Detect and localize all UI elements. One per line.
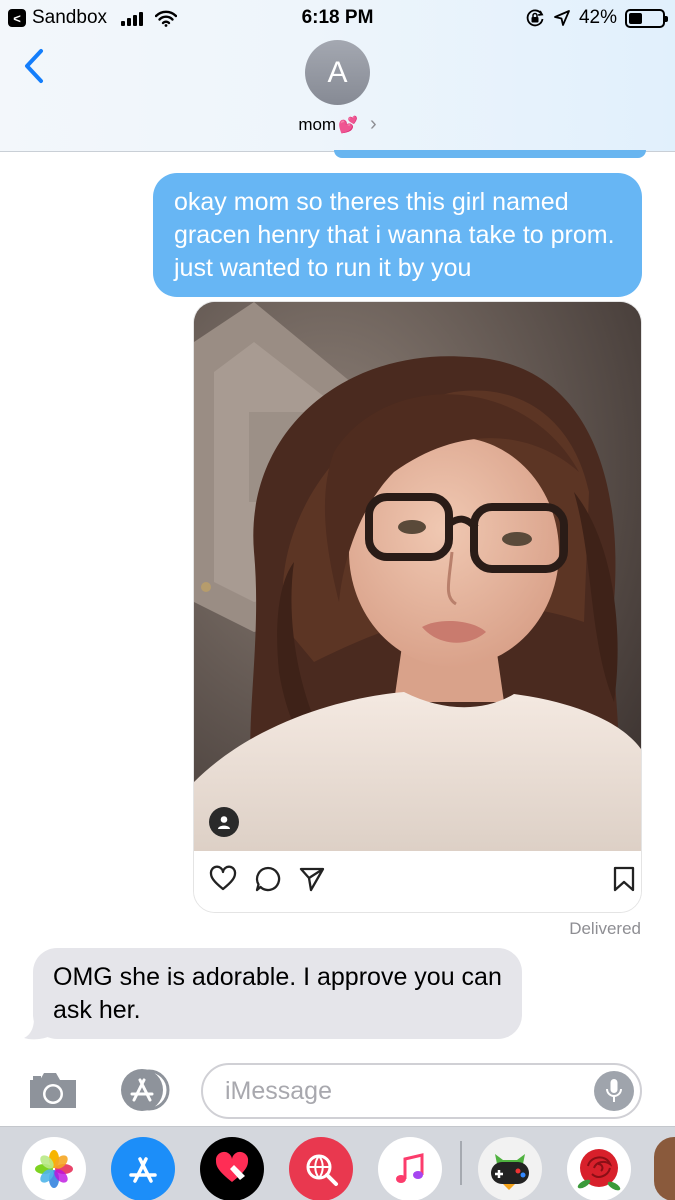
sent-message-bubble[interactable]: okay mom so theres this girl named grace… bbox=[153, 173, 642, 297]
contact-name[interactable]: mom bbox=[298, 115, 336, 135]
back-button[interactable] bbox=[14, 44, 54, 88]
game-controller-icon bbox=[491, 1154, 529, 1190]
comment-icon[interactable] bbox=[254, 865, 282, 893]
drawer-app-game[interactable] bbox=[478, 1137, 542, 1200]
back-to-app-icon[interactable]: < bbox=[8, 9, 26, 27]
chevron-right-icon: › bbox=[370, 113, 377, 135]
status-bar-right: 42% bbox=[525, 0, 668, 36]
camera-button[interactable] bbox=[26, 1068, 80, 1112]
drawer-app-music[interactable] bbox=[378, 1137, 442, 1200]
imessage-app-drawer bbox=[0, 1126, 675, 1200]
previous-message-bubble bbox=[334, 150, 646, 158]
app-store-icon bbox=[121, 1069, 170, 1111]
digital-touch-heart-icon bbox=[215, 1151, 249, 1182]
shared-photo-card[interactable] bbox=[193, 301, 642, 913]
contact-emoji: 💕 bbox=[338, 116, 359, 134]
sent-message-text: okay mom so theres this girl named grace… bbox=[174, 188, 615, 282]
drawer-app-rose-stickers[interactable] bbox=[567, 1137, 631, 1200]
photos-flower-icon bbox=[35, 1150, 73, 1188]
post-action-bar bbox=[194, 851, 641, 912]
drawer-divider bbox=[460, 1141, 462, 1185]
drawer-app-photos[interactable] bbox=[22, 1137, 86, 1200]
delivered-status: Delivered bbox=[569, 919, 641, 938]
drawer-app-digital-touch[interactable] bbox=[200, 1137, 264, 1200]
drawer-app-partial[interactable] bbox=[654, 1137, 675, 1200]
heart-icon[interactable] bbox=[209, 865, 237, 893]
battery-percent: 42% bbox=[578, 7, 617, 28]
battery-level bbox=[629, 12, 643, 24]
apps-button[interactable] bbox=[114, 1068, 170, 1112]
back-app-label[interactable]: Sandbox bbox=[32, 7, 107, 29]
microphone-icon bbox=[606, 1079, 622, 1102]
conversation-header: < Sandbox 6:18 PM 42% A mom 💕 › bbox=[0, 0, 675, 152]
camera-icon bbox=[30, 1073, 76, 1108]
tagged-user-icon[interactable] bbox=[209, 807, 239, 837]
drawer-app-store[interactable] bbox=[111, 1137, 175, 1200]
app-store-a-icon bbox=[129, 1157, 157, 1183]
location-arrow-icon bbox=[554, 10, 570, 26]
rose-icon bbox=[577, 1149, 621, 1191]
messages-screen: < Sandbox 6:18 PM 42% A mom 💕 › okay mom… bbox=[0, 0, 675, 1200]
orientation-lock-icon bbox=[526, 9, 544, 27]
share-icon[interactable] bbox=[298, 865, 326, 893]
signal-bars-icon bbox=[121, 10, 144, 26]
bookmark-icon[interactable] bbox=[610, 865, 638, 893]
wifi-icon bbox=[155, 10, 178, 27]
post-caption-cutoff bbox=[214, 909, 534, 912]
music-note-icon bbox=[396, 1153, 424, 1183]
microphone-button[interactable] bbox=[594, 1071, 634, 1111]
globe-search-icon bbox=[306, 1154, 338, 1186]
received-message-bubble[interactable]: OMG she is adorable. I approve you can a… bbox=[33, 948, 522, 1039]
status-bar-left: < Sandbox bbox=[8, 0, 178, 36]
chevron-left-icon bbox=[25, 49, 43, 83]
photo-illustration bbox=[194, 302, 641, 851]
contact-avatar[interactable]: A bbox=[305, 40, 370, 105]
contact-name-row[interactable]: mom 💕 › bbox=[0, 113, 675, 136]
imessage-input[interactable] bbox=[201, 1063, 642, 1119]
drawer-app-images-search[interactable] bbox=[289, 1137, 353, 1200]
battery-icon bbox=[625, 8, 668, 28]
shared-photo[interactable] bbox=[194, 302, 641, 851]
received-message-text: OMG she is adorable. I approve you can a… bbox=[53, 963, 502, 1024]
